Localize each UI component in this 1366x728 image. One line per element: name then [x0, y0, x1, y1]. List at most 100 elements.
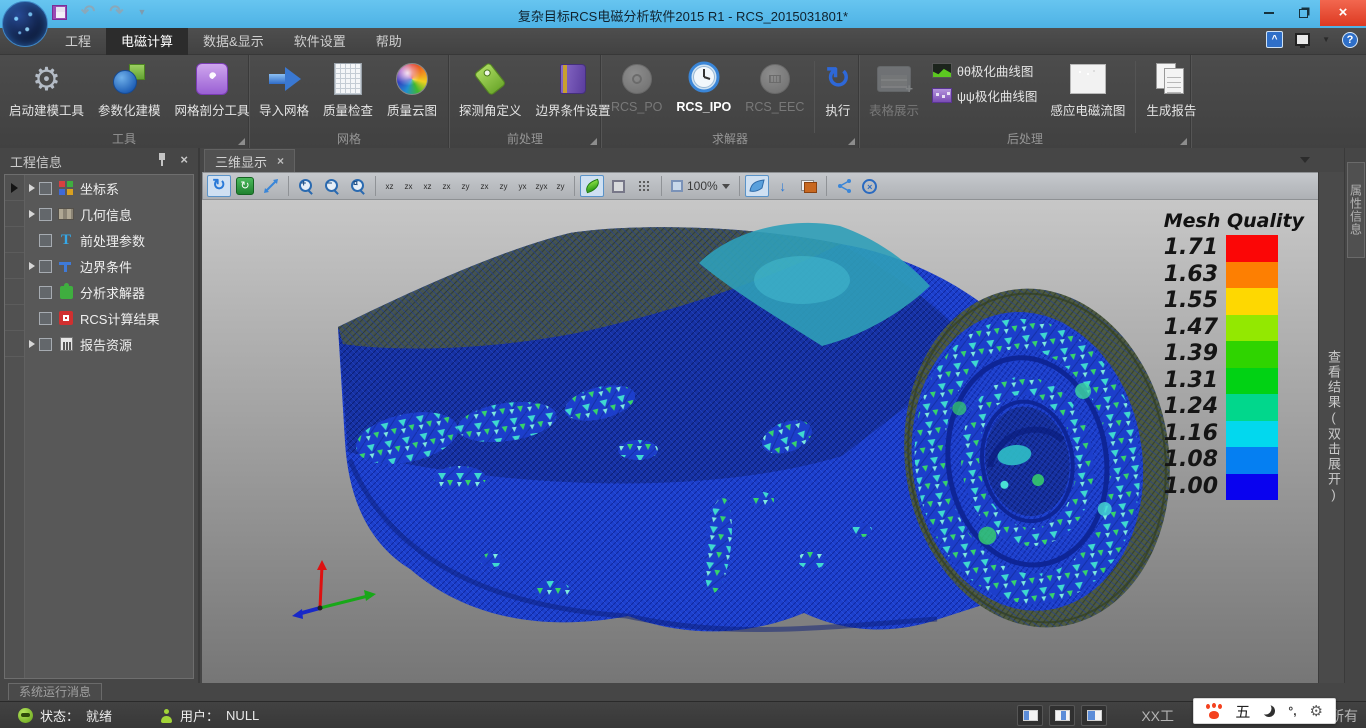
tab-view-results[interactable]: 查看结果(双击展开)	[1324, 350, 1343, 504]
legend-swatch	[1226, 474, 1278, 501]
rcs-ipo-button[interactable]: RCS_IPO	[669, 57, 738, 114]
flow-link-button[interactable]	[832, 175, 856, 197]
view-orientation-button[interactable]: yx	[514, 176, 531, 196]
execute-button[interactable]: ↻ 执行	[818, 57, 857, 119]
ime-mode-label[interactable]: 五	[1235, 701, 1250, 722]
arrow-down-button[interactable]: ↓	[771, 175, 795, 197]
restore-button[interactable]	[1286, 0, 1320, 26]
detection-angle-button[interactable]: 探测角定义	[452, 57, 529, 119]
checkbox[interactable]	[39, 234, 52, 247]
tab-3d-display[interactable]: 三维显示 ×	[204, 149, 295, 172]
zoom-out-button[interactable]: −	[320, 175, 344, 197]
select-face-button[interactable]	[745, 175, 769, 197]
close-panel-icon[interactable]: ×	[180, 153, 188, 166]
item-separator	[814, 61, 815, 133]
view-orientation-button[interactable]: zy	[457, 176, 474, 196]
window-style-icon[interactable]	[1295, 33, 1310, 46]
ime-punctuation[interactable]: °,	[1288, 704, 1296, 718]
close-tab-icon[interactable]: ×	[277, 155, 284, 167]
cancel-button[interactable]: ×	[858, 175, 882, 197]
checkbox[interactable]	[39, 182, 52, 195]
pin-icon[interactable]	[158, 153, 166, 166]
tree-item-analysis-solver[interactable]: 分析求解器	[25, 279, 193, 305]
quality-check-button[interactable]: 质量检查	[316, 57, 380, 119]
expander-icon[interactable]	[29, 262, 35, 270]
app-logo-icon[interactable]	[2, 1, 48, 47]
item-separator	[1135, 61, 1136, 133]
view-orientation-button[interactable]: zy	[552, 176, 569, 196]
points-view-button[interactable]	[632, 175, 656, 197]
launch-modeling-tool-button[interactable]: ⚙ 启动建模工具	[2, 57, 91, 119]
expander-icon[interactable]	[29, 210, 35, 218]
tree-item-coordinate-system[interactable]: 坐标系	[25, 175, 193, 201]
legend-title: Mesh Quality	[1164, 210, 1304, 232]
tag-icon	[474, 62, 507, 96]
view-orientation-button[interactable]: zx	[400, 176, 417, 196]
ime-gear-icon[interactable]: ⚙	[1310, 704, 1323, 719]
collapse-ribbon-icon[interactable]: ^	[1266, 31, 1283, 48]
shaded-view-button[interactable]	[580, 175, 604, 197]
photo-icon	[1070, 64, 1106, 94]
minimize-button[interactable]	[1252, 0, 1286, 26]
tree-item-rcs-results[interactable]: RCS计算结果	[25, 305, 193, 331]
tree-item-geometry-info[interactable]: 几何信息	[25, 201, 193, 227]
moon-icon[interactable]	[1263, 705, 1275, 717]
psi-polarization-curve-button[interactable]: ψψ极化曲线图	[932, 86, 1037, 105]
tab-data-display[interactable]: 数据&显示	[188, 28, 279, 55]
group-launcher-icon[interactable]	[590, 138, 597, 145]
mesh-partition-tool-button[interactable]: 网格剖分工具	[168, 57, 257, 119]
parametric-modeling-button[interactable]: 参数化建模	[91, 57, 168, 119]
checkbox[interactable]	[39, 208, 52, 221]
group-launcher-icon[interactable]	[1180, 138, 1187, 145]
view-orientation-button[interactable]: xz	[381, 176, 398, 196]
import-mesh-button[interactable]: 导入网格	[252, 57, 316, 119]
checkbox[interactable]	[39, 338, 52, 351]
tab-system-messages[interactable]: 系统运行消息	[8, 683, 102, 700]
cascade-windows-button[interactable]	[797, 175, 821, 197]
pan-view-button[interactable]	[259, 175, 283, 197]
tree-item-boundary-conditions[interactable]: 边界条件	[25, 253, 193, 279]
view-orientation-button[interactable]: zx	[438, 176, 455, 196]
help-icon[interactable]: ?	[1342, 32, 1358, 48]
quality-cloudmap-button[interactable]: 质量云图	[380, 57, 444, 119]
tab-software-settings[interactable]: 软件设置	[279, 28, 361, 55]
induced-current-map-button[interactable]: 感应电磁流图	[1043, 57, 1132, 119]
zoom-window-button[interactable]: ¤	[346, 175, 370, 197]
checkbox[interactable]	[39, 286, 52, 299]
layout-middle-button[interactable]	[1049, 705, 1075, 726]
view-orientation-button[interactable]: zx	[476, 176, 493, 196]
legend-swatch	[1226, 288, 1278, 315]
view-orientation-button[interactable]: zy	[495, 176, 512, 196]
window-style-caret-icon[interactable]: ▼	[1322, 35, 1330, 44]
group-launcher-icon[interactable]	[238, 138, 245, 145]
view-orientation-button[interactable]: xz	[419, 176, 436, 196]
layout-left-button[interactable]	[1017, 705, 1043, 726]
theta-polarization-curve-button[interactable]: θθ极化曲线图	[932, 61, 1037, 80]
rotate-view-button[interactable]: ↻	[207, 175, 231, 197]
zoom-in-button[interactable]: +	[294, 175, 318, 197]
close-button[interactable]: ×	[1320, 0, 1366, 26]
tree-item-preprocess-params[interactable]: T 前处理参数	[25, 227, 193, 253]
baidu-paw-icon[interactable]	[1206, 704, 1222, 719]
group-launcher-icon[interactable]	[848, 138, 855, 145]
tab-help[interactable]: 帮助	[361, 28, 417, 55]
ime-toolbar[interactable]: 五 °, ⚙	[1193, 698, 1336, 724]
view-orientation-button[interactable]: zyx	[533, 176, 550, 196]
expander-icon[interactable]	[29, 340, 35, 348]
expander-icon[interactable]	[29, 184, 35, 192]
orbit-view-button[interactable]: ↻	[233, 175, 257, 197]
zoom-level-dropdown[interactable]: 100%	[667, 179, 734, 193]
3d-viewport[interactable]: Mesh Quality 1.71 1.63 1.55 1.47 1.39 1.…	[202, 200, 1318, 683]
tab-project[interactable]: 工程	[50, 28, 106, 55]
wireframe-view-button[interactable]	[606, 175, 630, 197]
rcs-result-icon	[59, 311, 73, 325]
tree-item-report-resources[interactable]: 报告资源	[25, 331, 193, 357]
generate-report-button[interactable]: 生成报告	[1139, 57, 1203, 119]
checkbox[interactable]	[39, 312, 52, 325]
layout-right-button[interactable]	[1081, 705, 1107, 726]
tab-properties[interactable]: 属性信息	[1347, 162, 1365, 258]
tab-em-computation[interactable]: 电磁计算	[106, 28, 188, 55]
tab-list-caret-icon[interactable]	[1300, 157, 1310, 163]
panel-title: 工程信息	[10, 152, 62, 171]
checkbox[interactable]	[39, 260, 52, 273]
